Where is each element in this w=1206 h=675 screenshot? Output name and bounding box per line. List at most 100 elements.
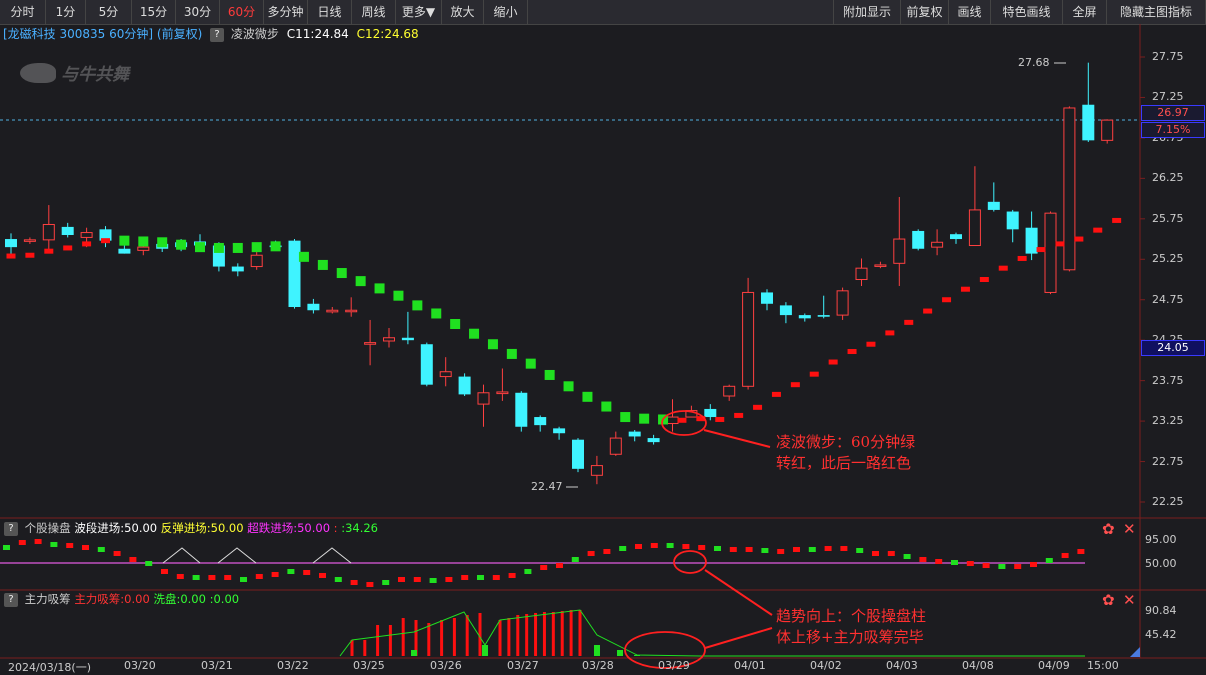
annotation-text-1: 凌波微步：60分钟绿 转红，此后一路红色 (776, 432, 915, 474)
lingbo-marker (317, 259, 328, 270)
sub1-bar (113, 551, 121, 556)
lingbo-marker (847, 349, 857, 355)
annotation-2-line-1: 趋势向上：个股操盘柱 (776, 607, 927, 625)
close-icon[interactable]: ✕ (1123, 592, 1136, 608)
sub1-bar (18, 540, 26, 545)
sub1-bar (682, 544, 690, 549)
candle-body (231, 266, 244, 272)
candle-body (250, 254, 263, 268)
sub2-green-bar (594, 645, 600, 656)
sub2-green-bar (411, 650, 417, 656)
sub1-bar (82, 545, 89, 550)
lingbo-marker (232, 242, 243, 253)
candle-body (590, 465, 603, 476)
lingbo-marker (544, 369, 555, 380)
sub1-bar (666, 543, 674, 548)
candle-body (61, 226, 74, 235)
price-tick-label: 23.75 (1152, 373, 1184, 387)
candle-body (458, 376, 471, 395)
sub1-bar (761, 548, 769, 553)
candle-body (439, 371, 452, 378)
sub1-bar (161, 569, 168, 574)
candle-body (23, 239, 36, 242)
lingbo-marker (393, 290, 404, 301)
lingbo-marker (904, 319, 914, 325)
candle-body (515, 392, 528, 427)
sub2-tick-high: 90.84 (1145, 604, 1177, 617)
sub1-bar (1030, 562, 1037, 567)
sub2-header: ? 主力吸筹 主力吸筹:0.00 洗盘:0.00 :0.00 (0, 591, 239, 607)
sub1-bar (97, 547, 105, 552)
sub1-bar (508, 573, 516, 578)
lingbo-marker (374, 283, 385, 294)
lingbo-marker (336, 268, 347, 279)
sub1-bar (445, 577, 453, 582)
lingbo-marker (138, 236, 149, 247)
candle-body (817, 315, 830, 317)
lingbo-marker (1017, 255, 1027, 261)
candle-body (5, 239, 17, 248)
sub1-bar (524, 569, 532, 574)
candle-body (855, 267, 868, 281)
lingbo-marker (176, 239, 187, 250)
candle-body (401, 337, 414, 341)
settings-gear-icon[interactable]: ✿ (1102, 592, 1115, 608)
lingbo-marker (563, 381, 574, 392)
sub2-green-bar (617, 650, 623, 656)
date-label: 03/25 (353, 659, 385, 672)
lingbo-marker (677, 417, 687, 423)
candle-body (1063, 107, 1076, 271)
sub1-bar (50, 542, 58, 547)
date-label: 2024/03/18(一) (8, 661, 91, 674)
price-tick-label: 25.25 (1152, 252, 1184, 266)
date-label: 03/26 (430, 659, 462, 672)
candle-body (553, 428, 566, 434)
sub2-tick-mid: 45.42 (1145, 628, 1177, 641)
help-icon[interactable]: ? (4, 521, 18, 536)
settings-gear-icon[interactable]: ✿ (1102, 521, 1115, 537)
chart-frame (0, 24, 1206, 659)
lingbo-marker (790, 382, 800, 388)
date-label: 03/21 (201, 659, 233, 672)
sub1-item-value: :34.26 (341, 521, 378, 535)
lingbo-marker (506, 348, 517, 359)
sub1-bar (255, 574, 263, 579)
lingbo-marker (63, 245, 73, 251)
date-label: 04/09 (1038, 659, 1070, 672)
sub1-bar (334, 577, 342, 582)
sub1-bar (1045, 558, 1053, 563)
sub1-peak (217, 547, 257, 564)
price-tick-label: 26.25 (1152, 171, 1184, 185)
chart-canvas[interactable] (0, 0, 1206, 675)
candle-body (931, 241, 944, 248)
candle-body (572, 439, 584, 469)
lingbo-marker (157, 237, 168, 248)
sub1-bar (34, 539, 42, 544)
candle-body (666, 416, 679, 425)
lingbo-marker (101, 238, 110, 244)
sub1-bar (919, 557, 927, 562)
sub1-tick-50: 50.00 (1145, 557, 1177, 570)
price-tick-label: 22.25 (1152, 495, 1184, 508)
date-label: 03/22 (277, 659, 309, 672)
sub2-item-value: :0.00 (209, 592, 240, 606)
lingbo-marker (1036, 247, 1046, 253)
date-label: 04/02 (810, 659, 842, 672)
candle-body (761, 292, 773, 304)
lingbo-marker (270, 241, 281, 252)
lingbo-marker (601, 401, 612, 412)
help-icon[interactable]: ? (4, 592, 18, 607)
lingbo-marker (734, 412, 744, 418)
annotation-1-line-2: 转红，此后一路红色 (776, 454, 912, 472)
sub1-bar (556, 563, 563, 568)
resize-corner-icon[interactable] (1130, 647, 1140, 657)
close-icon[interactable]: ✕ (1123, 521, 1136, 537)
price-tick-label: 25.75 (1152, 211, 1184, 225)
candle-body (496, 391, 509, 395)
candle-body (950, 234, 962, 240)
candle-body (912, 230, 925, 249)
candle-body (647, 438, 660, 443)
sub1-bar (145, 561, 153, 566)
price-tick-label: 24.75 (1152, 292, 1184, 306)
sub1-bar (856, 548, 864, 553)
